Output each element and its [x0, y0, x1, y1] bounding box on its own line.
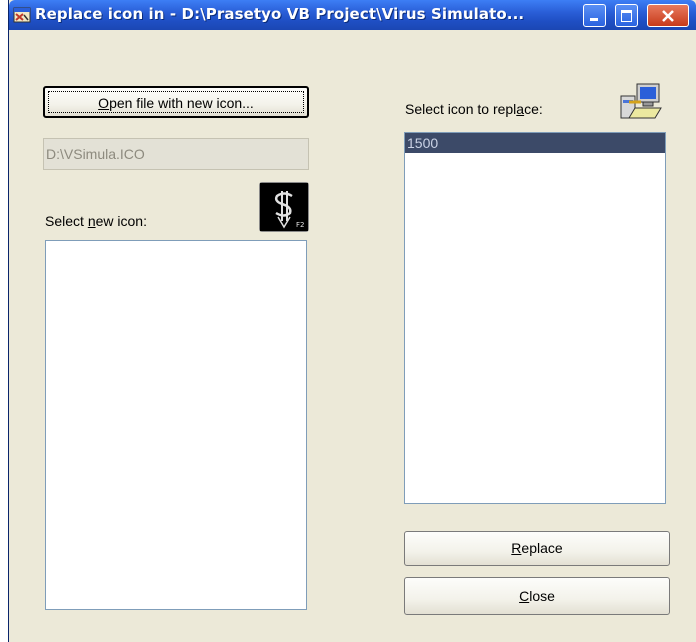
minimize-button[interactable]	[583, 4, 606, 27]
svg-text:F2: F2	[296, 221, 304, 229]
close-button[interactable]: Close	[404, 577, 670, 615]
open-file-button[interactable]: Open file with new icon...	[43, 86, 309, 118]
replace-button[interactable]: Replace	[404, 531, 670, 566]
dollar-pen-icon: F2	[260, 183, 308, 231]
list-item[interactable]: 1500	[405, 133, 665, 153]
replace-icon-dialog: Replace icon in - D:\Prasetyo VB Project…	[8, 0, 696, 642]
open-file-access-key: O	[98, 95, 110, 111]
app-window-icon	[13, 7, 31, 23]
computer-icon	[620, 83, 662, 119]
select-icon-to-replace-label: Select icon to replace:	[405, 101, 543, 117]
replace-icon-list[interactable]: 1500	[404, 132, 666, 504]
file-path-field: D:\VSimula.ICO	[43, 138, 309, 170]
window-title: Replace icon in - D:\Prasetyo VB Project…	[35, 5, 525, 23]
close-window-button[interactable]	[647, 4, 689, 27]
select-new-icon-label: Select new icon:	[45, 213, 147, 229]
maximize-button[interactable]	[615, 4, 638, 27]
close-icon	[662, 10, 674, 22]
new-icon-list[interactable]	[45, 240, 307, 610]
title-bar[interactable]: Replace icon in - D:\Prasetyo VB Project…	[9, 0, 696, 30]
new-icon-preview: F2	[259, 182, 309, 232]
open-file-label: pen file with new icon...	[109, 95, 254, 111]
